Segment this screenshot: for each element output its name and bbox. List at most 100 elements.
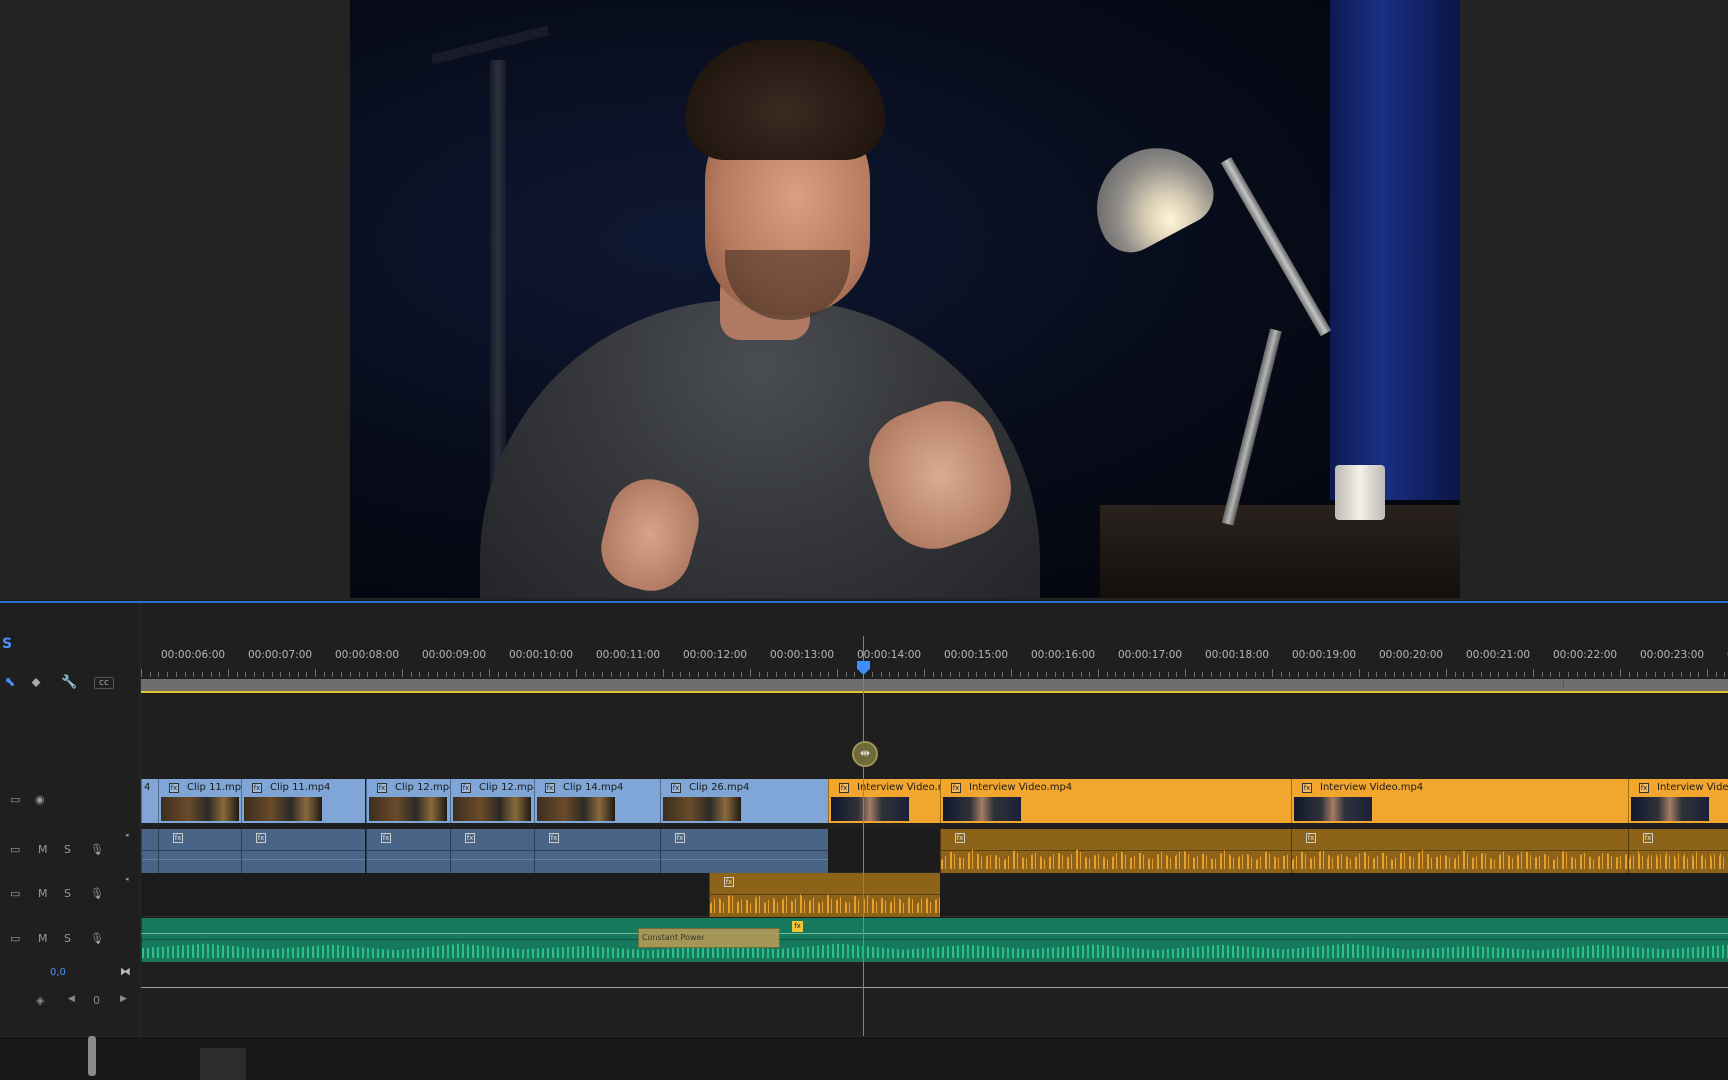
eye-icon[interactable]: ◉ <box>35 793 45 806</box>
snap-icon[interactable]: ⬉ <box>2 675 18 691</box>
add-keyframe-icon[interactable]: ◈ <box>36 994 44 1007</box>
fx-icon[interactable]: fx <box>724 877 734 887</box>
video-clip[interactable]: fx Clip 26.mp4 <box>660 779 828 823</box>
video-clip[interactable]: fx Clip 12.mp4 <box>450 779 534 823</box>
audio-clip[interactable]: fx <box>1291 829 1628 873</box>
wrench-icon[interactable]: 🔧 <box>61 675 77 691</box>
ruler-tick <box>1637 672 1639 677</box>
fx-icon[interactable]: fx <box>252 783 262 793</box>
fx-icon[interactable]: fx <box>381 833 391 843</box>
fx-badge[interactable]: fx <box>792 921 803 932</box>
film-icon[interactable]: ▭ <box>10 843 20 856</box>
fx-icon[interactable]: fx <box>955 833 965 843</box>
zoom-handle[interactable] <box>88 1036 96 1076</box>
expand-icon[interactable]: ◂ <box>125 875 129 883</box>
prev-keyframe-icon[interactable]: ◀ <box>68 994 75 1004</box>
fx-icon[interactable]: fx <box>461 783 471 793</box>
audio-waveform <box>242 859 365 860</box>
marker-icon[interactable]: ⬥ <box>28 675 44 691</box>
video-clip[interactable]: fx Clip 12.mp4 <box>366 779 450 823</box>
audio-clip[interactable]: fx <box>660 829 828 873</box>
mute-button[interactable]: M <box>38 932 48 945</box>
captions-icon[interactable]: cc <box>94 677 114 689</box>
fx-icon[interactable]: fx <box>1306 833 1316 843</box>
fx-icon[interactable]: fx <box>377 783 387 793</box>
mute-button[interactable]: M <box>38 887 48 900</box>
fx-icon[interactable]: fx <box>1302 783 1312 793</box>
timeline-scrollbar[interactable] <box>0 1036 1728 1080</box>
fx-icon[interactable]: fx <box>675 833 685 843</box>
volume-rubberband[interactable] <box>141 933 1728 934</box>
ruler-timecode: 00:00:20:00 <box>1379 649 1444 661</box>
ruler-timecode: 00:00:15:00 <box>944 649 1009 661</box>
razor-cursor-icon: ⇹ <box>852 741 878 767</box>
video-clip[interactable]: fx Interview Video.mp4 <box>940 779 1291 823</box>
fx-icon[interactable]: fx <box>1639 783 1649 793</box>
next-keyframe-icon[interactable]: ▶ <box>120 994 127 1004</box>
person-hair <box>685 40 885 160</box>
film-icon[interactable]: ▭ <box>10 793 20 806</box>
fx-icon[interactable]: fx <box>465 833 475 843</box>
fx-icon[interactable]: fx <box>1643 833 1653 843</box>
mic-icon[interactable]: 🎙 <box>90 887 104 900</box>
video-clip[interactable]: 4 <box>141 779 158 823</box>
mic-icon[interactable]: 🎙 <box>90 932 104 945</box>
bowtie-toggle-icon[interactable]: ⧓ <box>120 965 131 978</box>
video-clip[interactable]: fx Clip 11.mp4 <box>158 779 241 823</box>
fx-icon[interactable]: fx <box>545 783 555 793</box>
ruler-tick <box>1689 672 1691 677</box>
ruler-timecode: 00:00:23:00 <box>1640 649 1705 661</box>
mic-icon[interactable]: 🎙 <box>90 843 104 856</box>
audio-clip[interactable]: fx <box>158 829 241 873</box>
ruler-tick <box>758 672 760 677</box>
sequence-tab-label[interactable]: S <box>2 636 12 652</box>
video-clip[interactable]: fx Interview Video.m <box>1628 779 1728 823</box>
expand-icon[interactable]: ◂ <box>125 831 129 839</box>
audio-clip[interactable]: fx <box>1628 829 1728 873</box>
video-frame[interactable] <box>350 0 1460 598</box>
film-icon[interactable]: ▭ <box>10 887 20 900</box>
mute-button[interactable]: M <box>38 843 48 856</box>
time-ruler[interactable]: 00:00:06:00 00:00:07:00 00:00:08:00 00:00:0… <box>141 643 1728 677</box>
fx-icon[interactable]: fx <box>671 783 681 793</box>
ruler-tick <box>1176 672 1178 677</box>
fx-icon[interactable]: fx <box>549 833 559 843</box>
audio-clip[interactable] <box>141 829 158 873</box>
master-level-line[interactable] <box>141 987 1728 988</box>
solo-button[interactable]: S <box>64 843 71 856</box>
audio-clip[interactable] <box>141 918 1728 962</box>
master-volume-value[interactable]: 0,0 <box>50 967 66 978</box>
video-clip[interactable]: fx Interview Video.mp <box>828 779 940 823</box>
video-clip[interactable]: fx Clip 14.mp4 <box>534 779 660 823</box>
solo-button[interactable]: S <box>64 887 71 900</box>
ruler-tick <box>654 672 656 677</box>
audio-clip[interactable]: fx <box>241 829 365 873</box>
ruler-tick <box>880 672 882 677</box>
ruler-tick <box>697 672 699 677</box>
scroll-thumb[interactable] <box>200 1048 246 1080</box>
audio-clip[interactable]: fx <box>709 873 940 917</box>
fx-icon[interactable]: fx <box>839 783 849 793</box>
fx-icon[interactable]: fx <box>951 783 961 793</box>
video-clip[interactable]: fx Interview Video.mp4 <box>1291 779 1628 823</box>
ruler-tick <box>1350 672 1352 677</box>
ruler-tick <box>906 672 908 677</box>
fx-icon[interactable]: fx <box>173 833 183 843</box>
solo-button[interactable]: S <box>64 932 71 945</box>
audio-clip[interactable]: fx <box>450 829 534 873</box>
audio-transition[interactable]: Constant Power <box>638 928 780 948</box>
track-header-a3: ▭ M S 🎙 <box>0 918 141 962</box>
ruler-tick <box>445 672 447 677</box>
audio-clip[interactable]: fx <box>534 829 660 873</box>
work-area-grip[interactable]: ⁞ <box>1562 680 1572 691</box>
audio-clip[interactable]: fx <box>940 829 1291 873</box>
fx-icon[interactable]: fx <box>256 833 266 843</box>
video-clip[interactable]: fx Clip 11.mp4 <box>241 779 365 823</box>
ruler-timecode: 00:00:18:00 <box>1205 649 1270 661</box>
playhead-line[interactable] <box>863 636 864 1036</box>
film-icon[interactable]: ▭ <box>10 932 20 945</box>
keyframe-nav-value[interactable]: 0 <box>93 994 100 1007</box>
channel-divider <box>242 850 365 851</box>
fx-icon[interactable]: fx <box>169 783 179 793</box>
audio-clip[interactable]: fx <box>366 829 450 873</box>
